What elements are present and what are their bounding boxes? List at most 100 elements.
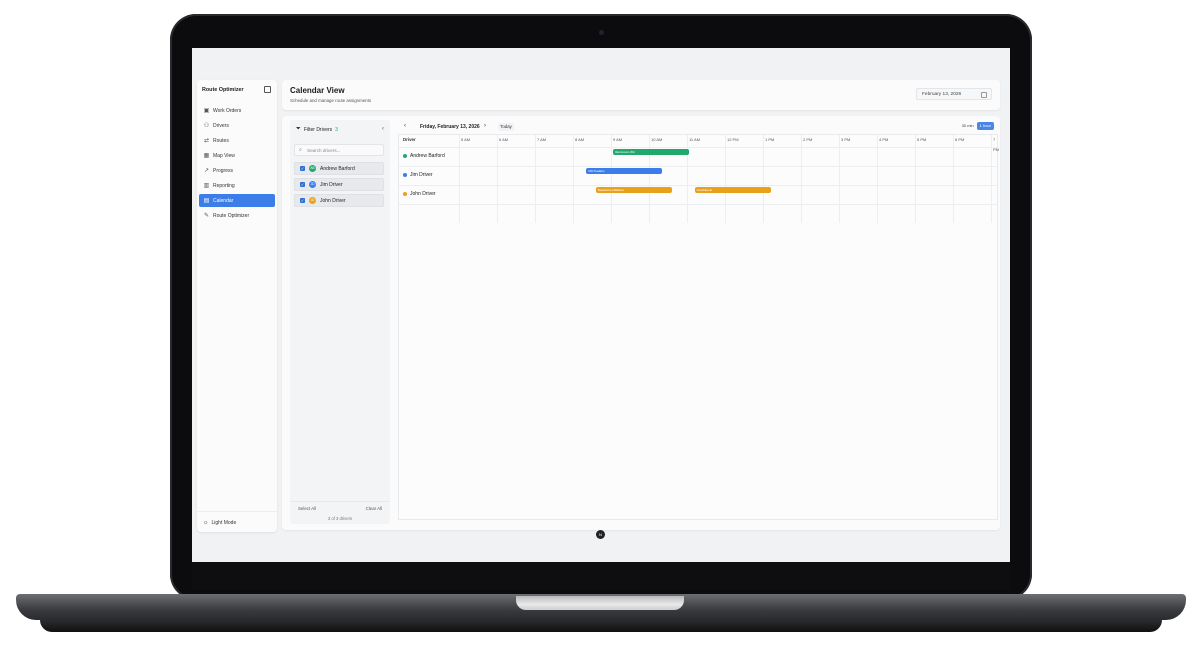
sidebar-item-reporting[interactable]: ▥ Reporting <box>199 179 275 192</box>
light-mode-toggle[interactable]: ☼ Light Mode <box>203 520 236 526</box>
hour-label: 6 AM <box>499 137 509 142</box>
hour-gridline <box>801 135 802 223</box>
wrench-icon: ✎ <box>203 213 210 219</box>
clear-all-button[interactable]: Clear All <box>366 506 382 511</box>
timeline-row-driver: Andrew Barford <box>403 153 445 159</box>
hour-gridline <box>839 135 840 223</box>
hour-label: 7 PM <box>993 137 999 152</box>
trend-icon: ↗ <box>203 168 210 174</box>
driver-search-input[interactable]: ⌕ Search drivers... <box>294 144 384 156</box>
driver-color-dot <box>403 192 407 196</box>
laptop-notch <box>516 596 684 610</box>
date-picker-value: February 13, 2026 <box>922 91 962 97</box>
hour-label: 2 PM <box>803 137 813 142</box>
sidebar-item-routes[interactable]: ⇄ Routes <box>199 134 275 147</box>
hour-gridline <box>459 135 460 223</box>
filter-title: Filter Drivers <box>303 126 333 133</box>
sidebar-item-route-optimizer[interactable]: ✎ Route Optimizer <box>199 209 275 222</box>
calendar-icon: ▤ <box>203 198 210 204</box>
sidebar-item-work-orders[interactable]: ▣ Work Orders <box>199 104 275 117</box>
sidebar-collapse-icon[interactable] <box>264 86 271 93</box>
sidebar-divider <box>197 511 277 512</box>
hour-gridline <box>915 135 916 223</box>
calendar-date: Friday, February 13, 2026 <box>420 124 480 130</box>
timeline-row-driver: Jim Driver <box>403 172 433 178</box>
route-icon: ⇄ <box>203 138 210 144</box>
laptop-base-lip <box>40 620 1162 632</box>
view-button[interactable]: 1 hour <box>976 122 994 130</box>
row-divider <box>399 185 997 186</box>
calendar-icon <box>981 92 987 98</box>
hour-label: 7 AM <box>537 137 547 142</box>
checkbox-checked-icon[interactable]: ✓ <box>300 182 305 187</box>
sidebar-item-progress[interactable]: ↗ Progress <box>199 164 275 177</box>
checkbox-checked-icon[interactable]: ✓ <box>300 198 305 203</box>
hour-label: 6 PM <box>955 137 965 142</box>
date-picker[interactable]: February 13, 2026 <box>916 88 992 100</box>
page-subtitle: Schedule and manage route assignments <box>290 98 372 103</box>
checkbox-checked-icon[interactable]: ✓ <box>300 166 305 171</box>
sidebar-item-label: Work Orders <box>213 107 242 114</box>
driver-filter-item[interactable]: ✓ JD Jim Driver <box>294 178 384 191</box>
hour-label: 5 PM <box>917 137 927 142</box>
hour-gridline <box>953 135 954 223</box>
row-divider <box>399 204 997 205</box>
calendar-timeline: ‹ Friday, February 13, 2026 › Today 30 m… <box>398 120 1000 524</box>
driver-color-dot <box>403 173 407 177</box>
row-driver-name: Jim Driver <box>410 172 433 178</box>
route-assignment-bar[interactable]: Beaverton-Hillsboro <box>595 187 672 193</box>
hour-gridline <box>725 135 726 223</box>
driver-filter-item[interactable]: ✓ JD John Driver <box>294 194 384 207</box>
hour-label: 1 PM <box>765 137 775 142</box>
sidebar-item-label: Calendar <box>213 197 234 204</box>
hour-label: 8 AM <box>575 137 585 142</box>
today-button[interactable]: Today <box>498 123 514 131</box>
driver-avatar: JD <box>309 181 316 188</box>
hour-label: 4 PM <box>879 137 889 142</box>
sidebar-item-label: Reporting <box>213 182 235 189</box>
search-icon: ⌕ <box>299 147 302 153</box>
hour-gridline <box>573 135 574 223</box>
calendar-toolbar: ‹ Friday, February 13, 2026 › Today 30 m… <box>398 120 994 134</box>
driver-column-header: Driver <box>403 137 416 142</box>
sidebar-item-calendar[interactable]: ▤ Calendar <box>199 194 275 207</box>
row-divider <box>399 147 997 148</box>
hour-label: 3 PM <box>841 137 851 142</box>
filter-footer: Select All Clear All 3 of 3 drivers <box>290 501 390 524</box>
filter-icon: ⏷ <box>296 126 301 132</box>
sidebar-item-label: Progress <box>213 167 234 174</box>
hour-label: 9 AM <box>613 137 623 142</box>
driver-filter-panel: ⏷ Filter Drivers 3 ‹ ⌕ Search drivers...… <box>290 120 390 524</box>
view-button[interactable]: 30 min <box>959 122 977 130</box>
search-placeholder: Search drivers... <box>307 147 341 153</box>
hour-label: 10 AM <box>651 137 663 142</box>
hour-label: 5 AM <box>461 137 471 142</box>
next-icon[interactable]: N <box>596 530 605 539</box>
driver-name: Andrew Barford <box>320 165 355 172</box>
main-panel: ⏷ Filter Drivers 3 ‹ ⌕ Search drivers...… <box>282 116 1000 530</box>
sidebar-item-label: Drivers <box>213 122 229 129</box>
sidebar-item-map-view[interactable]: ▦ Map View <box>199 149 275 162</box>
light-mode-label: Light Mode <box>211 520 237 526</box>
users-icon: ⚇ <box>203 123 210 129</box>
next-day-button[interactable]: › <box>484 123 486 129</box>
screen: Route Optimizer ▣ Work Orders ⚇ Drivers ⇄ Rou… <box>192 48 1010 562</box>
row-divider <box>399 166 997 167</box>
chevron-left-icon[interactable]: ‹ <box>382 126 384 132</box>
hour-gridline <box>877 135 878 223</box>
route-assignment-bar[interactable]: OR-Tualatin <box>586 168 663 174</box>
driver-filter-item[interactable]: ✓ AB Andrew Barford <box>294 162 384 175</box>
route-assignment-bar[interactable]: Gresham-E <box>694 187 771 193</box>
map-icon: ▦ <box>203 153 210 159</box>
drivers-count: 3 of 3 drivers <box>327 516 353 521</box>
sidebar-item-drivers[interactable]: ⚇ Drivers <box>199 119 275 132</box>
select-all-button[interactable]: Select All <box>298 506 316 511</box>
sidebar-item-label: Route Optimizer <box>213 212 250 219</box>
route-assignment-bar[interactable]: Vancouver-WA <box>612 149 689 155</box>
sidebar-nav: ▣ Work Orders ⚇ Drivers ⇄ Routes ▦ Map View ↗ Pro… <box>199 104 275 224</box>
page-header: Calendar View Schedule and manage route … <box>282 80 1000 110</box>
camera <box>599 30 604 35</box>
sidebar-item-label: Routes <box>213 137 229 144</box>
prev-day-button[interactable]: ‹ <box>404 123 406 129</box>
sidebar: Route Optimizer ▣ Work Orders ⚇ Drivers ⇄ Rou… <box>197 80 277 532</box>
